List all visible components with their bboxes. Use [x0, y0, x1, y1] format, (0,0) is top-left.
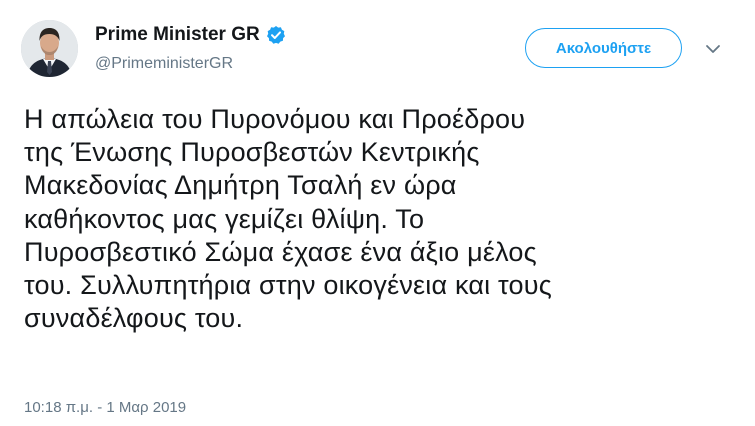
tweet-text-line: του. Συλλυπητήρια στην οικογένεια και το… — [24, 270, 552, 301]
tweet-text-line: Μακεδονίας Δημήτρη Τσαλή εν ώρα — [24, 170, 457, 201]
tweet-timestamp[interactable]: 10:18 π.μ. - 1 Μαρ 2019 — [24, 399, 186, 417]
avatar[interactable] — [21, 20, 78, 77]
tweet-text-line: Η απώλεια του Πυρονόμου και Προέδρου — [24, 104, 526, 134]
display-name[interactable]: Prime Minister GR — [95, 24, 260, 46]
verified-badge-icon — [266, 25, 286, 45]
tweet-text: Η απώλεια του Πυρονόμου και Προέδρου της… — [24, 103, 744, 335]
tweet-text-line: συναδέλφους του. — [24, 303, 244, 334]
profile-photo-icon — [21, 20, 78, 77]
follow-button[interactable]: Ακολουθήστε — [525, 28, 682, 68]
user-handle[interactable]: @PrimeministerGR — [95, 54, 233, 74]
tweet-text-line: της Ένωσης Πυροσβεστών Κεντρικής — [24, 137, 480, 168]
tweet-card: Prime Minister GR @PrimeministerGR Ακολο… — [0, 0, 755, 426]
user-name-row: Prime Minister GR — [95, 24, 286, 46]
tweet-text-line: καθήκοντος μας γεμίζει θλίψη. Το — [24, 203, 425, 234]
tweet-text-line: Πυροσβεστικό Σώμα έχασε ένα άξιο μέλος — [24, 236, 537, 267]
chevron-down-icon[interactable] — [704, 42, 722, 56]
